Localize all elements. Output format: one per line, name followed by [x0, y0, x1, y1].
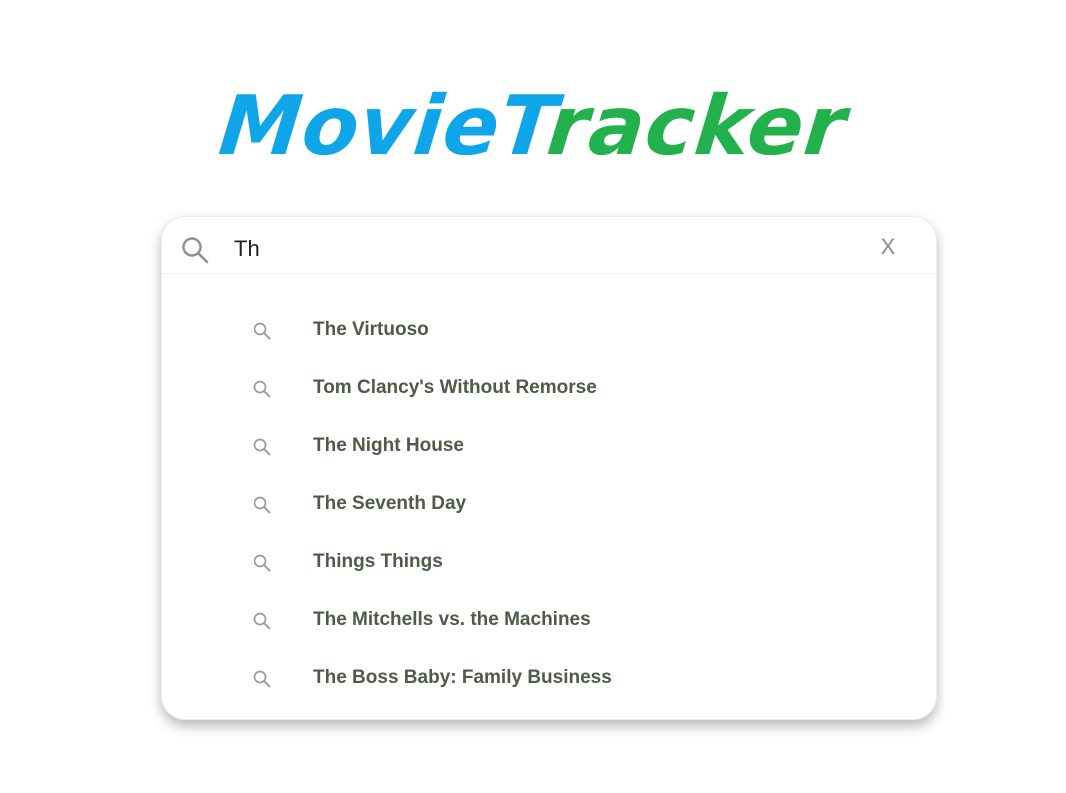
suggestion-label: The Mitchells vs. the Machines — [313, 609, 591, 630]
logo-part-racker: racker — [543, 79, 852, 174]
suggestion-item[interactable]: The Mitchells vs. the Machines — [162, 591, 936, 649]
logo-part-movie: Movie — [215, 79, 506, 174]
suggestion-label: Things Things — [313, 551, 443, 572]
suggestion-item[interactable]: The Boss Baby: Family Business — [162, 649, 936, 707]
suggestion-item[interactable]: The Seventh Day — [162, 475, 936, 533]
search-icon — [253, 380, 271, 398]
app-logo: MovieTracker — [0, 72, 1066, 182]
search-icon — [253, 322, 271, 340]
search-input[interactable] — [234, 231, 854, 267]
search-icon — [253, 438, 271, 456]
suggestion-item[interactable]: Tom Clancy's Without Remorse — [162, 359, 936, 417]
suggestion-label: Tom Clancy's Without Remorse — [313, 377, 597, 398]
clear-search-button[interactable]: X — [876, 233, 900, 261]
search-icon — [253, 670, 271, 688]
suggestion-item[interactable]: The Night House — [162, 417, 936, 475]
search-icon — [253, 496, 271, 514]
suggestion-list: The Virtuoso Tom Clancy's Without Remors… — [162, 301, 936, 707]
search-icon — [182, 237, 209, 264]
suggestion-label: The Boss Baby: Family Business — [313, 667, 612, 688]
suggestion-label: The Seventh Day — [313, 493, 467, 514]
suggestion-label: The Virtuoso — [313, 319, 429, 340]
search-autocomplete: X The Virtuoso Tom Clancy's Without Remo… — [161, 216, 937, 720]
suggestion-label: The Night House — [313, 435, 464, 456]
search-bar: X — [162, 217, 936, 274]
search-icon — [253, 612, 271, 630]
suggestion-item[interactable]: Things Things — [162, 533, 936, 591]
search-icon — [253, 554, 271, 572]
suggestion-item[interactable]: The Virtuoso — [162, 301, 936, 359]
